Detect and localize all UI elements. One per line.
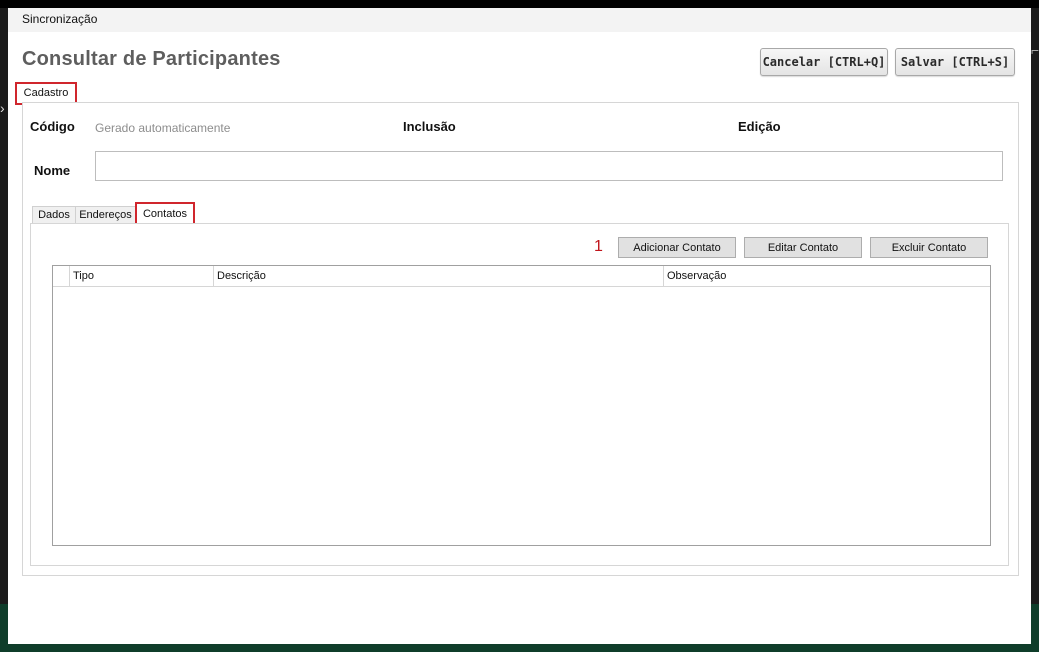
window-titlebar: Sincronização xyxy=(8,8,1031,32)
edicao-label: Edição xyxy=(738,119,781,134)
screen-top-band xyxy=(0,0,1039,8)
save-button[interactable]: Salvar [CTRL+S] xyxy=(895,48,1015,76)
nome-label: Nome xyxy=(34,163,71,178)
dialog-window: Sincronização Consultar de Participantes… xyxy=(8,8,1031,644)
contacts-grid[interactable]: Tipo Descrição Observação xyxy=(52,265,991,546)
grid-row-header-corner[interactable] xyxy=(53,266,70,286)
nome-input[interactable] xyxy=(95,151,1003,181)
tab-enderecos[interactable]: Endereços xyxy=(75,206,136,224)
page-title: Consultar de Participantes xyxy=(22,48,281,70)
column-header-tipo[interactable]: Tipo xyxy=(70,266,214,286)
titlebar-text: Sincronização xyxy=(22,12,98,26)
codigo-label: Código xyxy=(30,119,75,134)
grid-header: Tipo Descrição Observação xyxy=(53,266,990,287)
column-header-observacao[interactable]: Observação xyxy=(664,266,990,286)
edit-contact-button[interactable]: Editar Contato xyxy=(744,237,862,258)
codigo-value: Gerado automaticamente xyxy=(95,121,231,135)
inclusao-label: Inclusão xyxy=(403,119,456,134)
cancel-button[interactable]: Cancelar [CTRL+Q] xyxy=(760,48,888,76)
tab-dados[interactable]: Dados xyxy=(32,206,76,224)
background-left-glyph: › xyxy=(0,100,5,116)
add-contact-button[interactable]: Adicionar Contato xyxy=(618,237,736,258)
step-marker: 1 xyxy=(594,238,603,255)
background-right-glyph: ⌐ xyxy=(1031,42,1039,58)
column-header-descricao[interactable]: Descrição xyxy=(214,266,664,286)
delete-contact-button[interactable]: Excluir Contato xyxy=(870,237,988,258)
